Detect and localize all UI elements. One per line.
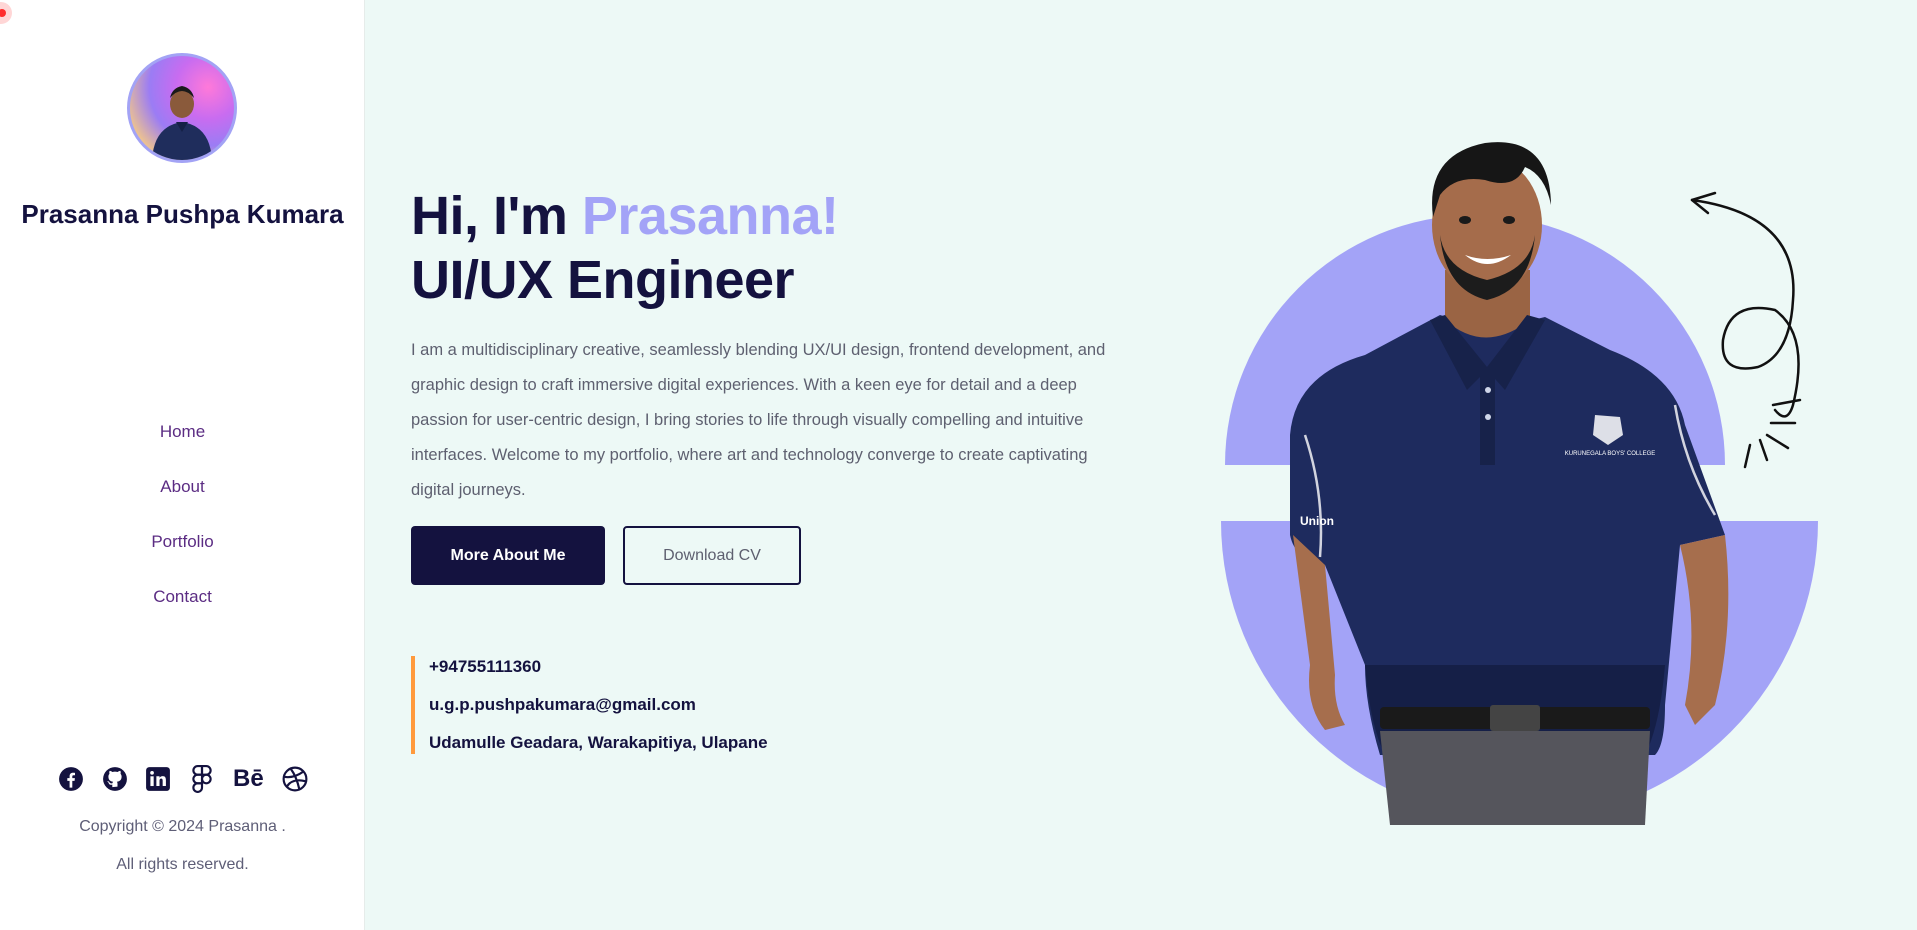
social-links: Bē: [57, 765, 309, 795]
nav-item-portfolio[interactable]: Portfolio: [0, 528, 365, 583]
github-icon[interactable]: [101, 765, 129, 793]
behance-icon[interactable]: Bē: [231, 765, 265, 793]
rights-text: All rights reserved.: [116, 856, 249, 873]
profile-name: Prasanna Pushpa Kumara: [21, 199, 344, 229]
intro-paragraph: I am a multidisciplinary creative, seaml…: [411, 341, 1106, 499]
portrait-illustration: KURUNEGALA BOYS' COLLEGE Union: [1215, 105, 1825, 825]
crest-text: KURUNEGALA BOYS' COLLEGE: [1565, 451, 1656, 457]
phone-number[interactable]: +94755111360: [429, 656, 768, 694]
nav-item-home[interactable]: Home: [0, 418, 365, 473]
address: Udamulle Geadara, Warakapitiya, Ulapane: [429, 733, 768, 752]
sidebar-nav: Home About Portfolio Contact: [0, 418, 365, 638]
dribbble-icon[interactable]: [281, 765, 309, 793]
figma-icon[interactable]: [188, 765, 216, 793]
linkedin-icon[interactable]: [144, 765, 172, 793]
email-address[interactable]: u.g.p.pushpakumara@gmail.com: [429, 694, 768, 732]
copyright: Copyright © 2024 Prasanna . All rights r…: [0, 808, 365, 884]
avatar: [127, 53, 237, 163]
more-about-me-button[interactable]: More About Me: [411, 526, 605, 585]
contact-info: +94755111360 u.g.p.pushpakumara@gmail.co…: [411, 656, 768, 754]
copyright-text: Copyright © 2024 Prasanna .: [79, 818, 286, 835]
facebook-icon[interactable]: [57, 765, 85, 793]
greeting-text: Hi, I'm: [411, 186, 582, 246]
nav-item-contact[interactable]: Contact: [0, 583, 365, 638]
hero-name: Prasanna!: [581, 186, 839, 246]
notification-dot: [0, 2, 12, 24]
download-cv-button[interactable]: Download CV: [623, 526, 801, 585]
nav-item-about[interactable]: About: [0, 473, 365, 528]
hero-heading: Hi, I'm Prasanna! UI/UX Engineer: [411, 184, 839, 312]
sidebar: Prasanna Pushpa Kumara Home About Portfo…: [0, 0, 365, 930]
role-title: UI/UX Engineer: [411, 250, 795, 310]
shirt-text: Union: [1300, 514, 1334, 528]
